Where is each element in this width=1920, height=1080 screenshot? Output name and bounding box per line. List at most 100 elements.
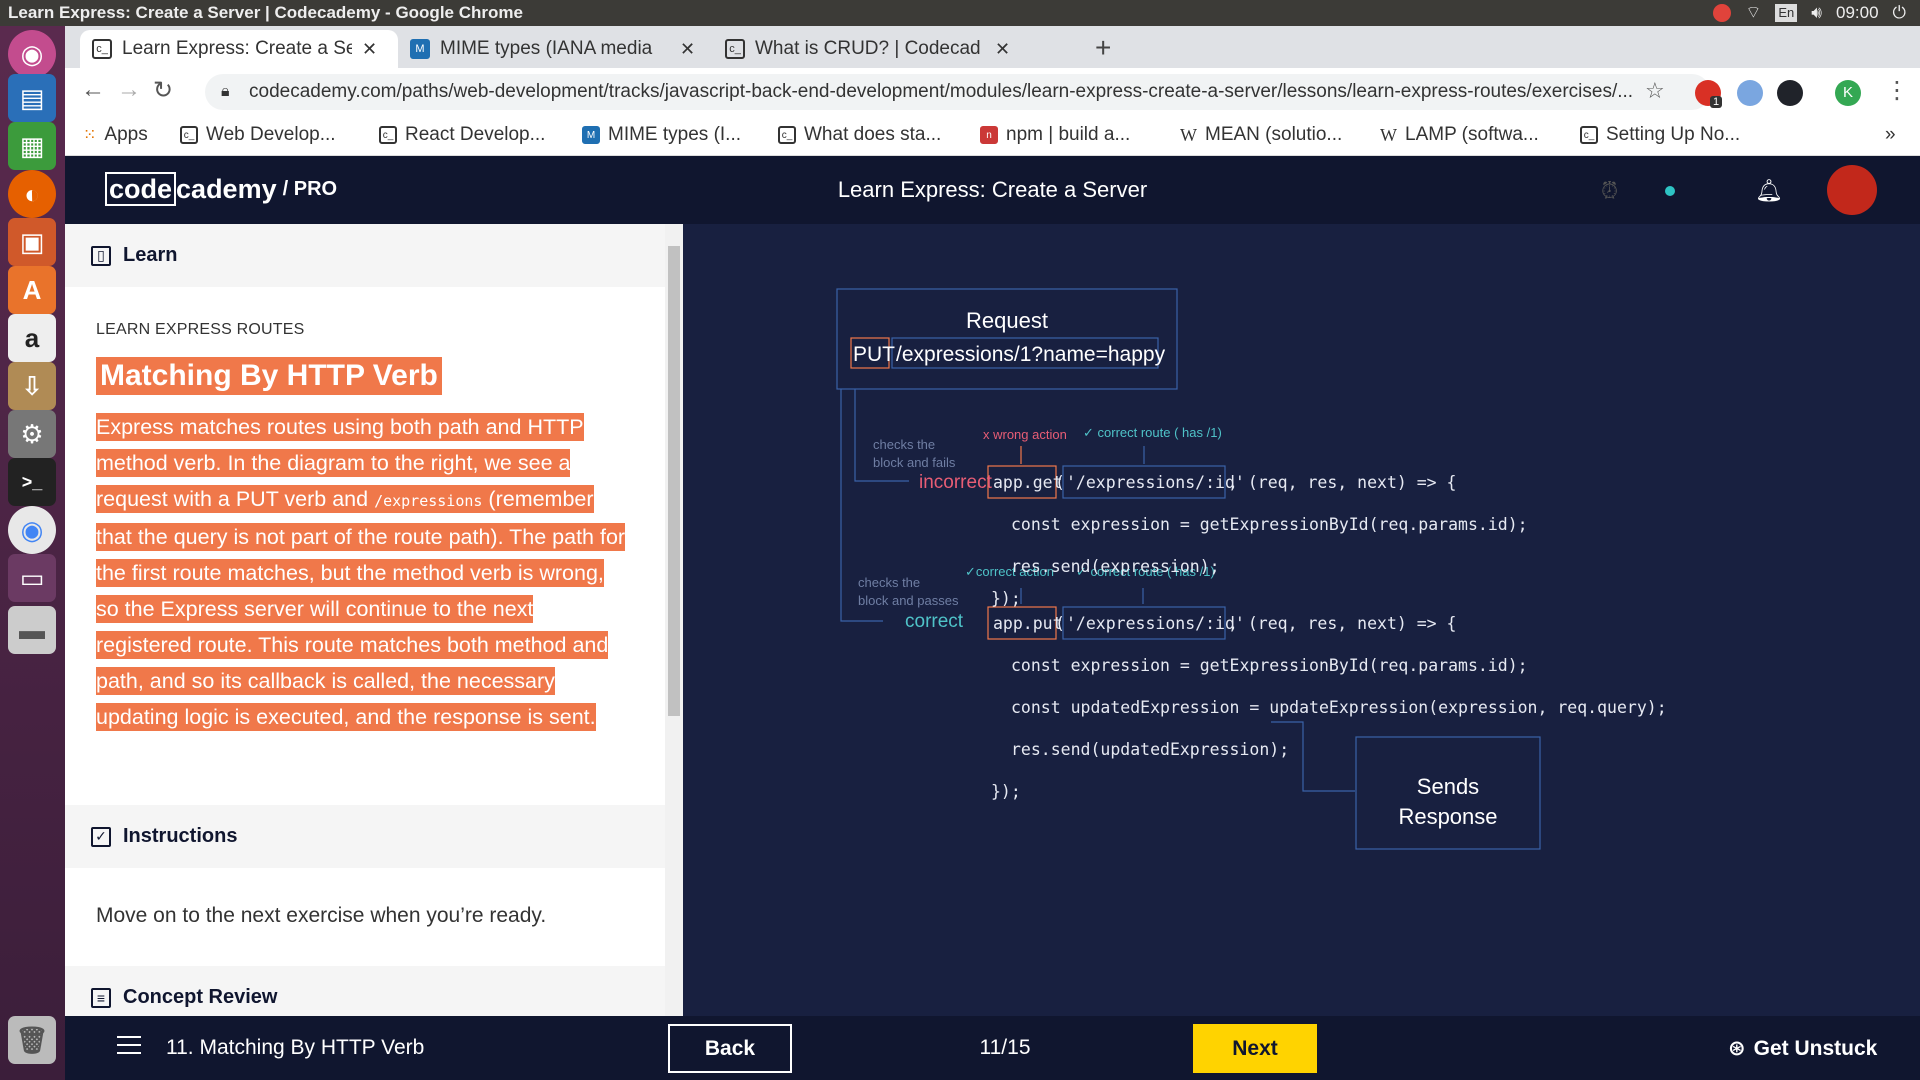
incorrect-label: incorrect (919, 472, 993, 493)
firefox-icon[interactable]: ◐ (8, 170, 56, 218)
code-paren: ( (1055, 473, 1065, 492)
bookmark-star-icon[interactable]: ☆ (1645, 78, 1665, 104)
concept-review-label: Concept Review (123, 986, 278, 1008)
menu-kebab-icon[interactable]: ⋮ (1885, 76, 1909, 105)
code-line: }); (991, 782, 1021, 801)
calc-icon[interactable]: ▦ (8, 122, 56, 170)
chrome-icon[interactable]: ◉ (8, 506, 56, 554)
new-tab-button[interactable]: + (1095, 32, 1111, 64)
back-button[interactable]: Back (668, 1024, 792, 1073)
correct-route-note: ✓ correct route ( has /1) (1083, 425, 1222, 440)
npm-favicon-icon: n (980, 126, 998, 144)
power-icon[interactable]: ⏻ (1893, 0, 1906, 26)
keyboard-layout[interactable]: En (1775, 4, 1798, 22)
document-icon: ≡ (91, 987, 111, 1008)
codecademy-favicon-icon: c_ (92, 39, 112, 59)
tab-learn-express[interactable]: c_ Learn Express: Create a Se ✕ (80, 30, 398, 68)
concept-review-section-header[interactable]: ≡ Concept Review (65, 966, 665, 1016)
tab-what-is-crud[interactable]: c_ What is CRUD? | Codecad ✕ (713, 30, 1028, 68)
bookmark-label: What does sta... (804, 124, 942, 145)
bookmarks-bar: ⁙ Apps c_ Web Develop... c_ React Develo… (65, 116, 1920, 156)
terminal-icon[interactable]: >_ (8, 458, 56, 506)
bookmark-item[interactable]: c_ React Develop... (379, 124, 545, 146)
codecademy-favicon-icon: c_ (1580, 126, 1598, 144)
instructions-section-header[interactable]: ✓ Instructions (65, 805, 665, 868)
launcher: ◉ ▤ ▦ ◐ ▣ A a ⇩ ⚙ >_ ◉ ▭ ▬ 🗑︎ (0, 26, 65, 1080)
scroll-thumb[interactable] (668, 246, 680, 716)
bookmark-item[interactable]: M MIME types (I... (582, 124, 741, 146)
browser-toolbar: ← → ↻ 🔒︎ codecademy.com/paths/web-develo… (65, 68, 1920, 116)
pass-note: block and passes (858, 593, 959, 608)
code-paren: ( (1055, 614, 1065, 633)
wifi-icon[interactable]: ⌔ (1745, 0, 1761, 26)
bookmarks-overflow-button[interactable]: » (1885, 124, 1896, 146)
codecademy-favicon-icon: c_ (725, 39, 745, 59)
software-center-icon[interactable]: A (8, 266, 56, 314)
workspaces-icon[interactable]: ▭ (8, 554, 56, 602)
tab-mime-types[interactable]: M MIME types (IANA media ✕ (398, 30, 713, 68)
forward-arrow-icon[interactable]: → (117, 76, 141, 104)
inline-code: /expressions (374, 492, 483, 510)
lesson-scrollbar[interactable] (665, 224, 683, 1016)
user-avatar[interactable] (1827, 165, 1877, 215)
trash-icon[interactable]: 🗑︎ (8, 1016, 56, 1064)
code-line: res.send(updatedExpression); (1011, 740, 1289, 759)
wrong-action-note: x wrong action (983, 427, 1067, 442)
bookmark-item[interactable]: W MEAN (solutio... (1180, 124, 1342, 146)
status-icon[interactable] (1713, 4, 1732, 22)
bookmark-label: Apps (104, 124, 148, 145)
settings-icon[interactable]: ⚙ (8, 410, 56, 458)
fail-note: block and fails (873, 455, 956, 470)
bookmark-item[interactable]: c_ What does sta... (778, 124, 941, 146)
url-text: codecademy.com/paths/web-development/tra… (249, 81, 1634, 102)
extension-icon[interactable] (1737, 80, 1763, 106)
apps-grid-icon: ⁙ (83, 127, 97, 144)
response-title: Sends (1417, 774, 1479, 799)
react-devtools-icon[interactable] (1777, 80, 1803, 106)
bookmark-label: npm | build a... (1006, 124, 1131, 145)
response-title: Response (1398, 804, 1497, 829)
writer-icon[interactable]: ▤ (8, 74, 56, 122)
fail-note: checks the (873, 437, 935, 452)
learn-section-header[interactable]: ▯ Learn (65, 224, 665, 287)
clock[interactable]: 09:00 (1836, 0, 1879, 26)
pass-note: checks the (858, 575, 920, 590)
code-put-method: app.put (993, 614, 1063, 633)
instructions-text: Move on to the next exercise when you’re… (96, 904, 547, 927)
bookmark-item[interactable]: W LAMP (softwa... (1380, 124, 1539, 146)
archive-icon[interactable]: ⇩ (8, 362, 56, 410)
codecademy-favicon-icon: c_ (379, 126, 397, 144)
reload-icon[interactable]: ↻ (153, 76, 173, 105)
bookmark-item[interactable]: c_ Setting Up No... (1580, 124, 1740, 146)
profile-avatar[interactable]: K (1835, 80, 1861, 106)
tab-strip: c_ Learn Express: Create a Se ✕ M MIME t… (65, 26, 1920, 68)
bookmark-label: React Develop... (405, 124, 546, 145)
footer-lesson-name[interactable]: 11. Matching By HTTP Verb (166, 1036, 424, 1060)
bookmark-item[interactable]: n npm | build a... (980, 124, 1130, 146)
code-line: }); (991, 589, 1021, 608)
get-unstuck-label: Get Unstuck (1753, 1036, 1878, 1060)
alarm-clock-icon[interactable]: ⏰︎ (1601, 178, 1618, 204)
ubuntu-logo-icon[interactable]: ◉ (8, 30, 56, 78)
bookmark-item[interactable]: c_ Web Develop... (180, 124, 336, 146)
tab-title: What is CRUD? | Codecad (755, 38, 981, 59)
drive-icon[interactable]: ▬ (8, 606, 56, 654)
next-button[interactable]: Next (1193, 1024, 1317, 1073)
back-arrow-icon[interactable]: ← (81, 76, 105, 104)
code-line: const expression = getExpressionById(req… (1011, 656, 1528, 675)
volume-icon[interactable]: 🔊︎ (1811, 0, 1822, 26)
impress-icon[interactable]: ▣ (8, 218, 56, 266)
bookmark-label: MEAN (solutio... (1205, 124, 1343, 145)
correct-label: correct (905, 611, 964, 632)
get-unstuck-button[interactable]: ⊛ Get Unstuck (1728, 1036, 1877, 1061)
bell-icon[interactable]: 🔔︎ (1755, 178, 1783, 204)
close-icon[interactable]: ✕ (362, 39, 377, 60)
extension-badge: 1 (1710, 96, 1723, 108)
close-icon[interactable]: ✕ (995, 39, 1010, 60)
address-bar[interactable]: 🔒︎ codecademy.com/paths/web-development/… (205, 74, 1710, 110)
amazon-icon[interactable]: a (8, 314, 56, 362)
code-get-route: '/expressions/:id' (1066, 473, 1245, 492)
hamburger-menu-icon[interactable] (117, 1036, 141, 1060)
bookmark-apps[interactable]: ⁙ Apps (83, 124, 148, 146)
close-icon[interactable]: ✕ (680, 39, 695, 60)
